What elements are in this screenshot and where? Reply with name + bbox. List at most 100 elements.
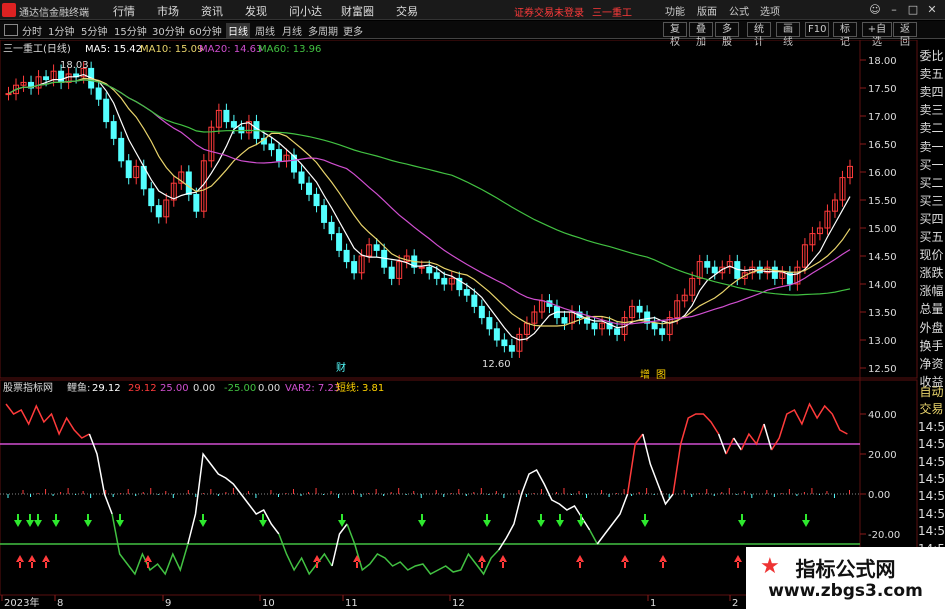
oscillator-line bbox=[589, 529, 598, 545]
candle-body bbox=[373, 244, 380, 251]
btn-overlay[interactable]: 叠加 bbox=[689, 22, 713, 48]
btn-back[interactable]: 返回 bbox=[893, 22, 917, 48]
buy-arrow-icon bbox=[84, 514, 92, 527]
btn-stats[interactable]: 统计 bbox=[747, 22, 771, 48]
candle-body bbox=[328, 221, 335, 235]
sub-legend-short-val: 3.81 bbox=[362, 383, 384, 394]
high-mark: 18.03 bbox=[60, 60, 89, 71]
buy-arrow-icon bbox=[418, 514, 426, 527]
menu-jiaoyi[interactable]: 交易 bbox=[396, 3, 418, 19]
sell-arrow-icon bbox=[16, 555, 24, 568]
btn-add-watch[interactable]: +自选 bbox=[862, 22, 892, 48]
candle-body bbox=[306, 182, 313, 195]
btn-mark[interactable]: 标记 bbox=[833, 22, 857, 48]
window-controls: ☺ – □ ✕ bbox=[866, 2, 944, 18]
tab-1min[interactable]: 1分钟 bbox=[48, 23, 74, 38]
price-axis-label: 17.50 bbox=[868, 84, 897, 95]
oscillator-line bbox=[331, 523, 348, 567]
oscillator-line bbox=[346, 523, 500, 576]
sidebar-label: 卖三 bbox=[919, 103, 944, 118]
sell-arrow-icon bbox=[576, 555, 584, 568]
tab-monthly[interactable]: 月线 bbox=[282, 23, 302, 38]
btn-restore-rights[interactable]: 复权 bbox=[663, 22, 687, 48]
tab-fenshi[interactable]: 分时 bbox=[22, 23, 42, 38]
sidebar-label: 涨跌 bbox=[919, 266, 944, 281]
candle-body bbox=[230, 121, 237, 128]
menu-faxian[interactable]: 发现 bbox=[245, 3, 267, 19]
sidebar-label2: 14:50 bbox=[918, 437, 945, 452]
legend-ma10: MA10: 15.09 bbox=[140, 44, 203, 55]
x-axis-label: 9 bbox=[165, 598, 171, 609]
menu-zixun[interactable]: 资讯 bbox=[201, 3, 223, 19]
sidebar-label2[interactable]: 自动 bbox=[918, 384, 945, 400]
tab-60min[interactable]: 60分钟 bbox=[189, 23, 222, 38]
minimize-icon[interactable]: – bbox=[885, 2, 903, 18]
candle-body bbox=[478, 305, 485, 319]
candle-body bbox=[103, 98, 110, 123]
login-warning[interactable]: 证券交易未登录 三一重工 bbox=[514, 4, 632, 19]
close-icon[interactable]: ✕ bbox=[923, 2, 941, 18]
sidebar-label2: 14:50 bbox=[918, 419, 945, 434]
tab-15min[interactable]: 15分钟 bbox=[114, 23, 147, 38]
user-icon[interactable]: ☺ bbox=[866, 2, 884, 18]
sidebar-label: 净资 bbox=[919, 356, 944, 371]
sidebar-label2[interactable]: 交易 bbox=[918, 401, 945, 417]
oscillator-line bbox=[725, 437, 735, 455]
sell-arrow-icon bbox=[621, 555, 629, 568]
candle-body bbox=[336, 233, 343, 251]
sub-legend-label: 鲤鱼: bbox=[67, 381, 90, 394]
sub-legend-v5: -25.00 bbox=[224, 383, 256, 394]
event-mark-zeng: 增 bbox=[640, 368, 650, 381]
candle-body bbox=[351, 261, 358, 274]
buy-arrow-icon bbox=[34, 514, 42, 527]
sell-arrow-icon bbox=[313, 555, 321, 568]
top-formula[interactable]: 公式 bbox=[729, 3, 749, 18]
tab-weekly[interactable]: 周线 bbox=[255, 23, 275, 38]
buy-arrow-icon bbox=[577, 514, 585, 527]
sell-arrow-icon bbox=[144, 555, 152, 568]
btn-f10[interactable]: F10 bbox=[805, 22, 829, 37]
chart-area[interactable]: 三一重工(日线) MA5: 15.42 MA10: 15.09 MA20: 14… bbox=[0, 40, 945, 609]
tab-multi[interactable]: 多周期 bbox=[308, 23, 338, 38]
buy-arrow-icon bbox=[259, 514, 267, 527]
menu-hangqing[interactable]: 行情 bbox=[113, 3, 135, 19]
x-axis-label: 1 bbox=[650, 598, 656, 609]
price-axis-label: 16.00 bbox=[868, 168, 897, 179]
candle-body bbox=[433, 272, 440, 279]
candle-body bbox=[223, 109, 230, 123]
main-legend-name: 三一重工(日线) bbox=[3, 42, 71, 55]
candle-body bbox=[95, 87, 102, 100]
candle-body bbox=[110, 121, 117, 139]
buy-arrow-icon bbox=[338, 514, 346, 527]
buy-arrow-icon bbox=[802, 514, 810, 527]
btn-multi-stock[interactable]: 多股 bbox=[715, 22, 739, 48]
top-options[interactable]: 选项 bbox=[760, 3, 780, 18]
price-axis-label: 18.00 bbox=[868, 56, 897, 67]
period-toolbar: 分时 1分钟 5分钟 15分钟 30分钟 60分钟 日线 周线 月线 多周期 更… bbox=[0, 21, 945, 48]
menu-caifuquan[interactable]: 财富圈 bbox=[341, 3, 374, 19]
sub-legend-v3: 25.00 bbox=[160, 383, 189, 394]
x-axis-label: 2 bbox=[732, 598, 738, 609]
tab-30min[interactable]: 30分钟 bbox=[152, 23, 185, 38]
tab-daily[interactable]: 日线 bbox=[226, 23, 250, 38]
tab-5min[interactable]: 5分钟 bbox=[81, 23, 107, 38]
brand-name: 指标公式网 bbox=[795, 557, 896, 581]
sell-arrow-icon bbox=[353, 555, 361, 568]
maximize-icon[interactable]: □ bbox=[904, 2, 922, 18]
oscillator-line bbox=[498, 468, 591, 551]
top-layout[interactable]: 版面 bbox=[697, 3, 717, 18]
menu-shichang[interactable]: 市场 bbox=[157, 3, 179, 19]
candle-body bbox=[298, 171, 305, 184]
menu-wenxiaoda[interactable]: 问小达 bbox=[289, 3, 322, 19]
oscillator-line bbox=[770, 402, 848, 451]
x-axis-label: 11 bbox=[345, 598, 358, 609]
price-axis-label: 15.00 bbox=[868, 224, 897, 235]
brand-watermark: ★ 指标公式网 www.zbgs3.com bbox=[746, 547, 945, 609]
grid-menu-icon[interactable] bbox=[4, 24, 18, 36]
x-axis-label: 8 bbox=[57, 598, 63, 609]
sidebar-label2: 14:50 bbox=[918, 506, 945, 521]
candle-body bbox=[493, 328, 500, 341]
btn-draw[interactable]: 画线 bbox=[776, 22, 800, 48]
top-function[interactable]: 功能 bbox=[665, 3, 685, 18]
tab-more[interactable]: 更多 bbox=[343, 23, 363, 38]
